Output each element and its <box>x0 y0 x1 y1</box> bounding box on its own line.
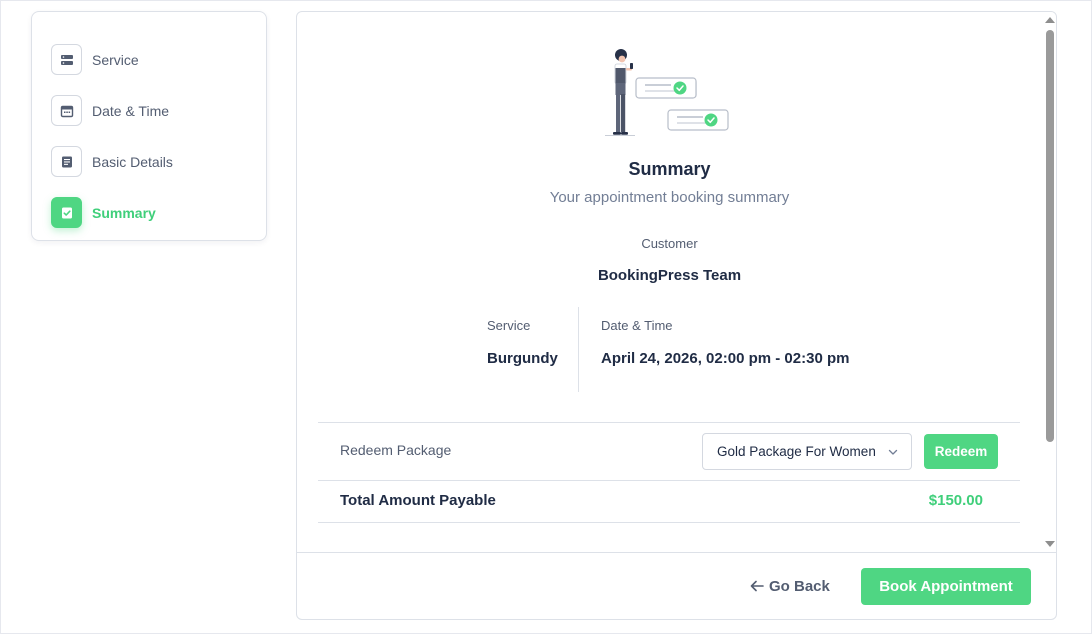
divider-top <box>318 422 1020 423</box>
customer-label: Customer <box>641 236 698 251</box>
document-icon <box>51 146 82 177</box>
go-back-label: Go Back <box>769 577 830 595</box>
divider-bottom <box>318 522 1020 523</box>
service-value: Burgundy <box>487 350 558 367</box>
customer-value: BookingPress Team <box>597 267 742 284</box>
step-basic-details[interactable]: Basic Details <box>32 136 266 187</box>
check-clipboard-icon <box>51 197 82 228</box>
scroll-up-icon[interactable] <box>1045 17 1055 23</box>
step-service[interactable]: Service <box>32 34 266 85</box>
go-back-button[interactable]: Go Back <box>749 575 830 597</box>
step-summary[interactable]: Summary <box>32 187 266 238</box>
service-icon <box>51 44 82 75</box>
summary-illustration <box>605 49 729 136</box>
book-appointment-button[interactable]: Book Appointment <box>861 568 1031 605</box>
datetime-value: April 24, 2026, 02:00 pm - 02:30 pm <box>601 350 850 367</box>
total-amount-label: Total Amount Payable <box>340 492 496 509</box>
chevron-down-icon <box>888 449 898 455</box>
service-label: Service <box>487 318 531 333</box>
step-label-service: Service <box>92 51 139 68</box>
scroll-thumb[interactable] <box>1046 30 1054 442</box>
datetime-label: Date & Time <box>601 318 673 333</box>
summary-title: Summary <box>628 159 711 179</box>
step-label-summary: Summary <box>92 204 156 221</box>
total-amount-value: $150.00 <box>928 492 983 509</box>
redeem-button[interactable]: Redeem <box>924 434 998 469</box>
summary-panel: Summary Your appointment booking summary… <box>296 11 1057 620</box>
step-label-basic-details: Basic Details <box>92 153 173 170</box>
vertical-scrollbar[interactable] <box>1042 12 1056 552</box>
scroll-down-icon[interactable] <box>1045 541 1055 547</box>
package-select-value: Gold Package For Women <box>717 444 876 459</box>
arrow-left-icon <box>750 580 764 592</box>
footer-divider <box>297 552 1056 553</box>
summary-content: Summary Your appointment booking summary… <box>297 12 1042 552</box>
details-divider <box>578 307 579 392</box>
redeem-package-label: Redeem Package <box>340 442 452 458</box>
calendar-icon <box>51 95 82 126</box>
booking-steps-sidebar: Service Date & Time Basic Details Summar… <box>31 11 267 241</box>
package-select[interactable]: Gold Package For Women <box>702 433 912 470</box>
summary-subtitle: Your appointment booking summary <box>549 189 790 206</box>
divider-middle <box>318 480 1020 481</box>
step-label-date-time: Date & Time <box>92 102 170 119</box>
step-date-time[interactable]: Date & Time <box>32 85 266 136</box>
